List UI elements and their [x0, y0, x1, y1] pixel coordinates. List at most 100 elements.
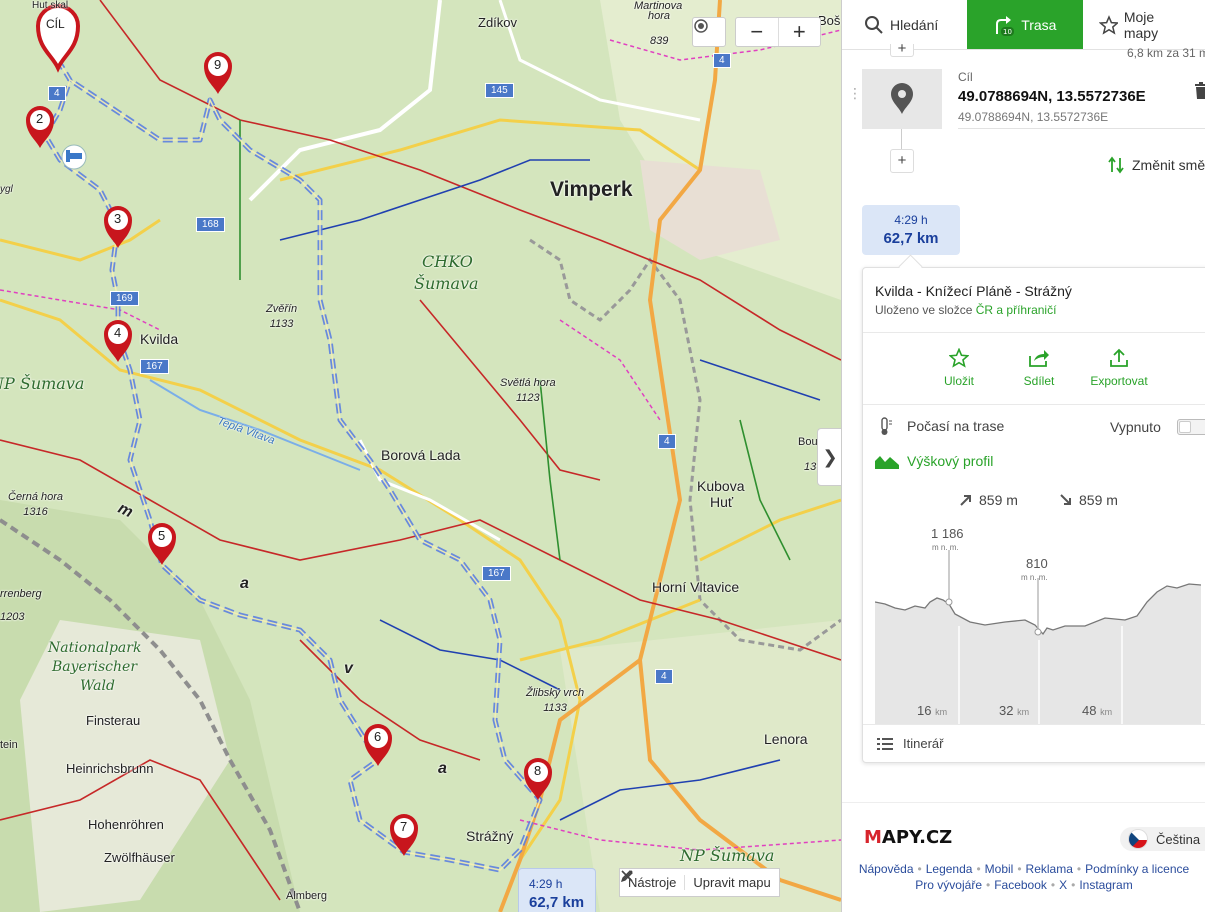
marker-4-label[interactable]: 4 — [114, 325, 121, 340]
marker-2-label[interactable]: 2 — [36, 111, 43, 126]
label-chko-1: CHKO — [422, 252, 473, 271]
road-shield-168: 168 — [196, 217, 225, 232]
tab-my-maps[interactable]: Moje mapy — [1083, 0, 1205, 49]
footer-link[interactable]: Facebook — [994, 878, 1047, 892]
link-separator: • — [976, 862, 981, 876]
place-horni-vltavice: Horní Vltavice — [652, 579, 740, 595]
place-bos: Boš — [818, 13, 841, 28]
card-divider-1 — [863, 332, 1205, 333]
label-nationalpark-1: Nationalpark — [48, 640, 142, 656]
footer-links-row-2: Pro vývojáře • Facebook • X • Instagram — [842, 878, 1205, 892]
peak-rrenberg-elev: 1203 — [0, 611, 25, 623]
link-separator: • — [1071, 878, 1076, 892]
place-bou: Bou — [798, 436, 818, 448]
weather-label: Počasí na trase — [907, 418, 1005, 434]
add-waypoint-button[interactable]: + — [890, 149, 914, 173]
map-view[interactable]: CÍL 2 3 4 5 6 7 8 9 Vimperk Zdíkov Kvild… — [0, 0, 841, 912]
share-route-button[interactable]: Sdílet — [999, 348, 1079, 388]
elevation-profile-header[interactable]: Výškový profil — [875, 453, 993, 469]
export-icon — [1110, 348, 1128, 367]
road-shield-4-mid: 4 — [658, 434, 676, 449]
tab-route[interactable]: 10 Trasa — [967, 0, 1083, 49]
zoom-in-button[interactable]: + — [777, 18, 821, 46]
road-shield-4-top: 4 — [713, 53, 731, 68]
thermometer-icon — [881, 417, 892, 435]
folder-link[interactable]: ČR a příhraničí — [976, 303, 1057, 317]
itinerary-button[interactable]: Itinerář — [877, 736, 943, 751]
footer-link[interactable]: Podmínky a licence — [1085, 862, 1189, 876]
waypoint-pin-box[interactable] — [862, 69, 942, 129]
mapy-logo[interactable]: MAPY.CZ — [864, 827, 952, 848]
footer-link[interactable]: Instagram — [1079, 878, 1132, 892]
footer-links-row-1: Nápověda • Legenda • Mobil • Reklama • Podmínky … — [842, 862, 1205, 876]
place-strazny: Strážný — [466, 828, 514, 844]
footer-link[interactable]: Mobil — [985, 862, 1014, 876]
footer-link[interactable]: X — [1059, 878, 1067, 892]
marker-5-label[interactable]: 5 — [158, 528, 165, 543]
save-route-button[interactable]: Uložit — [919, 348, 999, 388]
footer: MAPY.CZ Čeština Nápověda • Legenda • Mobil • R… — [842, 802, 1205, 912]
arrow-down-right-icon — [1060, 494, 1071, 505]
tab-route-label: Trasa — [1021, 16, 1057, 33]
link-separator: • — [1076, 862, 1082, 876]
road-shield-169: 169 — [110, 291, 139, 306]
route-pill-time: 4:29 h — [894, 213, 928, 227]
star-outline-icon — [949, 348, 969, 368]
edit-map-label: Upravit mapu — [693, 875, 771, 890]
add-waypoint-above-button[interactable]: + — [890, 41, 914, 57]
edit-map-button[interactable]: Upravit mapu — [620, 870, 778, 890]
language-selector[interactable]: Čeština — [1120, 827, 1205, 851]
marker-7-label[interactable]: 7 — [400, 819, 407, 834]
profile-min-label: 810 — [1026, 556, 1048, 571]
road-shield-4-low: 4 — [655, 669, 673, 684]
label-np-sumava-bottom: NP Šumava — [680, 846, 775, 865]
segment-summary: 6,8 km za 31 m — [1127, 46, 1205, 60]
label-area-a: a — [240, 575, 249, 592]
route-folder: Uloženo ve složce ČR a příhraničí — [875, 303, 1056, 317]
drag-handle-icon[interactable]: ⋮⋮ — [848, 86, 874, 100]
locate-icon — [694, 19, 708, 33]
collapse-panel-button[interactable]: ❯ — [817, 428, 841, 486]
change-direction-button[interactable]: Změnit smě — [1108, 156, 1205, 174]
arrow-up-right-icon — [960, 495, 971, 506]
profile-max-label: 1 186 — [931, 526, 964, 541]
waypoint-coords[interactable]: 49.0788694N, 13.5572736E — [958, 88, 1146, 105]
footer-link[interactable]: Reklama — [1026, 862, 1073, 876]
delete-waypoint-button[interactable] — [1194, 82, 1205, 105]
marker-6-label[interactable]: 6 — [374, 729, 381, 744]
czech-flag-icon — [1128, 829, 1148, 849]
marker-cil-label: CÍL — [46, 17, 65, 31]
marker-8-label[interactable]: 8 — [534, 763, 541, 778]
footer-link[interactable]: Legenda — [926, 862, 973, 876]
footer-link[interactable]: Nápověda — [859, 862, 914, 876]
link-separator: • — [1017, 862, 1022, 876]
peak-cerna-hora: Černá hora 1316 — [8, 491, 64, 518]
weather-toggle[interactable] — [1177, 419, 1205, 435]
label-chko-2: Šumava — [414, 274, 479, 293]
descent-value: 859 m — [1079, 492, 1118, 508]
route-pill-distance: 62,7 km — [883, 230, 939, 247]
mountain-icon — [875, 456, 899, 469]
profile-max-unit: m n. m. — [932, 543, 959, 552]
export-route-button[interactable]: Exportovat — [1079, 348, 1159, 388]
share-label: Sdílet — [1023, 374, 1055, 388]
peak-svetla-hora: Světlá hora 1123 — [500, 377, 556, 404]
label-nationalpark-3: Wald — [80, 678, 115, 694]
footer-link[interactable]: Pro vývojáře — [915, 878, 982, 892]
marker-3-label[interactable]: 3 — [114, 211, 121, 226]
change-direction-label: Změnit smě — [1132, 157, 1205, 173]
weather-toggle-label: Vypnuto — [1110, 419, 1161, 435]
profile-min-unit: m n. m. — [1021, 573, 1048, 582]
route-summary-bubble[interactable]: 4:29 h 62,7 km — [518, 868, 596, 912]
place-kubova-1: Kubova — [697, 478, 745, 494]
marker-9-label[interactable]: 9 — [214, 57, 221, 72]
elevation-profile-label: Výškový profil — [907, 453, 994, 469]
export-label: Exportovat — [1090, 374, 1148, 388]
road-shield-167b: 167 — [482, 566, 511, 581]
zoom-out-button[interactable]: − — [736, 18, 778, 46]
place-zdikov: Zdíkov — [478, 15, 518, 30]
place-martinova-2: hora — [648, 10, 671, 22]
place-kubova-2: Huť — [710, 494, 734, 510]
locate-button[interactable] — [692, 17, 726, 47]
route-variant-pill[interactable]: 4:29 h 62,7 km — [862, 205, 960, 255]
